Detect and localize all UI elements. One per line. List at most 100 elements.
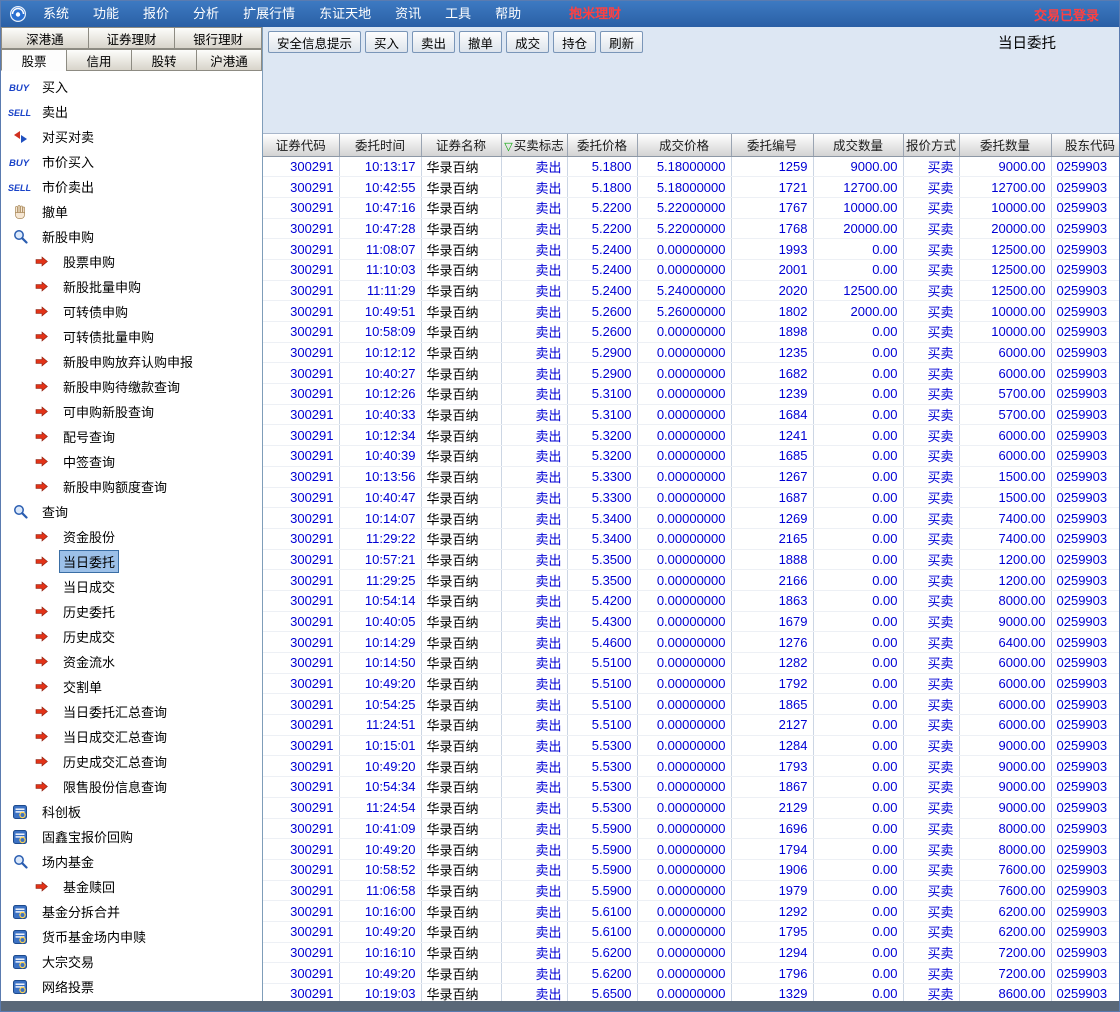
sidebar-item[interactable]: 当日委托汇总查询 — [1, 699, 262, 724]
table-row[interactable]: 300291 10:49:20 华录百纳 卖出 5.5900 0.00000000 1794… — [263, 838, 1119, 860]
sidebar-item[interactable]: 对买对卖 — [1, 124, 262, 149]
sidebar-item[interactable]: 基金分拆合并 — [1, 899, 262, 924]
table-row[interactable]: 300291 11:24:54 华录百纳 卖出 5.5300 0.00000000 2129… — [263, 797, 1119, 819]
sidebar-item[interactable]: 新股批量申购 — [1, 274, 262, 299]
column-header[interactable]: 证券代码 — [263, 134, 340, 157]
sidebar-tab[interactable]: 股票 — [1, 49, 67, 71]
table-row[interactable]: 300291 10:40:39 华录百纳 卖出 5.3200 0.00000000 1685… — [263, 445, 1119, 467]
column-header[interactable]: 委托数量 — [959, 134, 1052, 157]
sidebar-item[interactable]: 新股申购额度查询 — [1, 474, 262, 499]
sidebar-item[interactable]: 查询 — [1, 499, 262, 524]
menu-item[interactable]: 分析 — [181, 1, 231, 27]
sidebar-tab[interactable]: 深港通 — [1, 27, 89, 49]
table-row[interactable]: 300291 11:29:25 华录百纳 卖出 5.3500 0.00000000 2166… — [263, 569, 1119, 591]
sidebar-item[interactable]: 历史委托 — [1, 599, 262, 624]
table-row[interactable]: 300291 11:08:07 华录百纳 卖出 5.2400 0.00000000 1993… — [263, 238, 1119, 260]
table-row[interactable]: 300291 10:57:21 华录百纳 卖出 5.3500 0.00000000 1888… — [263, 549, 1119, 571]
menu-item[interactable]: 工具 — [433, 1, 483, 27]
table-row[interactable]: 300291 10:15:01 华录百纳 卖出 5.5300 0.00000000 1284… — [263, 735, 1119, 757]
table-row[interactable]: 300291 10:54:25 华录百纳 卖出 5.5100 0.00000000 1865… — [263, 693, 1119, 716]
table-row[interactable]: 300291 10:40:05 华录百纳 卖出 5.4300 0.00000000 1679… — [263, 611, 1119, 633]
sidebar-item[interactable]: 新股申购 — [1, 224, 262, 249]
sidebar-item[interactable]: 科创板 — [1, 799, 262, 824]
table-row[interactable]: 300291 10:58:52 华录百纳 卖出 5.5900 0.00000000 1906… — [263, 859, 1119, 881]
table-row[interactable]: 300291 10:49:20 华录百纳 卖出 5.5300 0.00000000 1793… — [263, 755, 1119, 778]
sidebar-item[interactable]: 历史成交汇总查询 — [1, 749, 262, 774]
sidebar-item[interactable]: 资金股份 — [1, 524, 262, 549]
toolbar-button[interactable]: 刷新 — [600, 31, 644, 53]
toolbar-button[interactable]: 撤单 — [459, 31, 503, 53]
sidebar-item[interactable]: 股票申购 — [1, 249, 262, 274]
column-header[interactable]: 委托时间 — [339, 134, 422, 157]
sidebar-item[interactable]: 新股申购待缴款查询 — [1, 374, 262, 399]
sidebar-tab[interactable]: 沪港通 — [196, 49, 262, 71]
table-row[interactable]: 300291 10:54:34 华录百纳 卖出 5.5300 0.00000000 1867… — [263, 776, 1119, 798]
sidebar-item[interactable]: 当日委托 — [1, 549, 262, 574]
table-row[interactable]: 300291 10:40:47 华录百纳 卖出 5.3300 0.00000000 1687… — [263, 487, 1119, 509]
toolbar-button[interactable]: 买入 — [365, 31, 409, 53]
table-row[interactable]: 300291 10:58:09 华录百纳 卖出 5.2600 0.00000000 1898… — [263, 321, 1119, 343]
table-row[interactable]: 300291 11:11:29 华录百纳 卖出 5.2400 5.24000000 2020… — [263, 280, 1119, 302]
sidebar-item[interactable]: 基金赎回 — [1, 874, 262, 899]
column-header[interactable]: 报价方式 — [903, 134, 960, 157]
table-row[interactable]: 300291 10:13:56 华录百纳 卖出 5.3300 0.00000000 1267… — [263, 466, 1119, 488]
table-row[interactable]: 300291 10:41:09 华录百纳 卖出 5.5900 0.00000000 1696… — [263, 818, 1119, 840]
menu-item[interactable]: 功能 — [81, 1, 131, 27]
sidebar-item[interactable]: 撤单 — [1, 199, 262, 224]
sidebar-item[interactable]: 固鑫宝报价回购 — [1, 824, 262, 849]
sidebar-item[interactable]: BUY 买入 — [1, 74, 262, 99]
sidebar-item[interactable]: 中签查询 — [1, 449, 262, 474]
sidebar-item[interactable]: 可转债批量申购 — [1, 324, 262, 349]
sidebar-item[interactable]: 场内基金 — [1, 849, 262, 874]
table-row[interactable]: 300291 10:14:07 华录百纳 卖出 5.3400 0.00000000 1269… — [263, 507, 1119, 529]
sidebar-item[interactable]: 新股申购放弃认购申报 — [1, 349, 262, 374]
menu-item[interactable]: 报价 — [131, 1, 181, 27]
table-row[interactable]: 300291 10:42:55 华录百纳 卖出 5.1800 5.18000000 1721… — [263, 176, 1119, 198]
table-row[interactable]: 300291 11:10:03 华录百纳 卖出 5.2400 0.00000000 2001… — [263, 259, 1119, 281]
sidebar-tab[interactable]: 银行理财 — [174, 27, 263, 49]
table-row[interactable]: 300291 10:40:27 华录百纳 卖出 5.2900 0.00000000 1682… — [263, 362, 1119, 385]
sidebar-item[interactable]: 历史成交 — [1, 624, 262, 649]
sidebar-item[interactable]: 限售股份信息查询 — [1, 774, 262, 799]
table-row[interactable]: 300291 11:06:58 华录百纳 卖出 5.5900 0.00000000 1979… — [263, 880, 1119, 902]
sidebar-item[interactable]: SELL 市价卖出 — [1, 174, 262, 199]
sidebar-tab[interactable]: 证券理财 — [87, 27, 176, 49]
table-row[interactable]: 300291 10:14:50 华录百纳 卖出 5.5100 0.00000000 1282… — [263, 652, 1119, 674]
column-header[interactable]: 委托价格 — [567, 134, 638, 157]
menu-item[interactable]: 扩展行情 — [231, 1, 307, 27]
sidebar-item[interactable]: 货币基金场内申赎 — [1, 924, 262, 949]
sidebar-item[interactable]: 交割单 — [1, 674, 262, 699]
table-row[interactable]: 300291 10:12:34 华录百纳 卖出 5.3200 0.00000000 1241… — [263, 424, 1119, 447]
sidebar-item[interactable]: BUY 市价买入 — [1, 149, 262, 174]
toolbar-button[interactable]: 成交 — [506, 31, 550, 53]
table-row[interactable]: 300291 10:12:12 华录百纳 卖出 5.2900 0.00000000 1235… — [263, 342, 1119, 364]
column-header[interactable]: 委托编号 — [731, 134, 814, 157]
menu-item[interactable]: 抱米理财 — [557, 1, 633, 27]
column-header[interactable]: 股东代码 — [1051, 134, 1119, 157]
sidebar-item[interactable]: 当日成交 — [1, 574, 262, 599]
sidebar-item[interactable]: 可转债申购 — [1, 299, 262, 324]
sidebar-item[interactable]: SELL 卖出 — [1, 99, 262, 124]
column-header[interactable]: 证券名称 — [421, 134, 502, 157]
table-row[interactable]: 300291 10:47:16 华录百纳 卖出 5.2200 5.22000000 1767… — [263, 197, 1119, 219]
column-header[interactable]: ▽买卖标志 — [501, 134, 568, 157]
sidebar-item[interactable]: 大宗交易 — [1, 949, 262, 974]
table-row[interactable]: 300291 10:49:20 华录百纳 卖出 5.6100 0.00000000 1795… — [263, 921, 1119, 943]
table-row[interactable]: 300291 11:24:51 华录百纳 卖出 5.5100 0.00000000 2127… — [263, 714, 1119, 736]
table-row[interactable]: 300291 10:19:03 华录百纳 卖出 5.6500 0.00000000 1329… — [263, 983, 1119, 1001]
sidebar-tab[interactable]: 股转 — [131, 49, 197, 71]
sidebar-item[interactable]: 可申购新股查询 — [1, 399, 262, 424]
menu-item[interactable]: 东证天地 — [307, 1, 383, 27]
sidebar-item[interactable]: 资金流水 — [1, 649, 262, 674]
table-row[interactable]: 300291 10:49:20 华录百纳 卖出 5.5100 0.00000000 1792… — [263, 673, 1119, 695]
sidebar-item[interactable]: 当日成交汇总查询 — [1, 724, 262, 749]
sidebar-item[interactable]: 网络投票 — [1, 974, 262, 999]
toolbar-button[interactable]: 卖出 — [412, 31, 456, 53]
table-row[interactable]: 300291 10:14:29 华录百纳 卖出 5.4600 0.00000000 1276… — [263, 631, 1119, 653]
menu-item[interactable]: 系统 — [31, 1, 81, 27]
column-header[interactable]: 成交数量 — [813, 134, 904, 157]
column-header[interactable]: 成交价格 — [637, 134, 732, 157]
table-row[interactable]: 300291 10:12:26 华录百纳 卖出 5.3100 0.00000000 1239… — [263, 383, 1119, 405]
toolbar-button[interactable]: 安全信息提示 — [268, 31, 362, 53]
table-row[interactable]: 300291 10:54:14 华录百纳 卖出 5.4200 0.00000000 1863… — [263, 590, 1119, 612]
